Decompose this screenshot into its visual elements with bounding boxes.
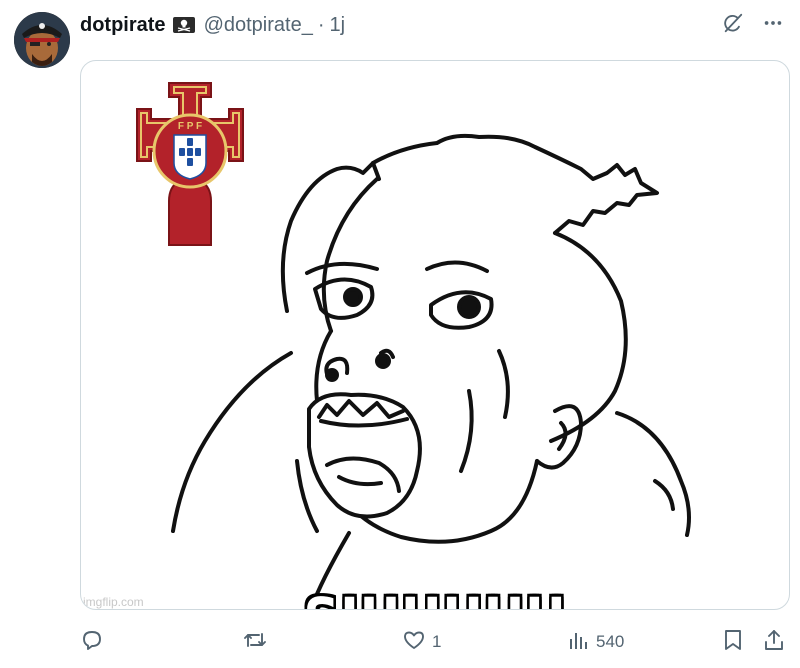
views-count: 540 (596, 632, 625, 651)
repost-button[interactable] (242, 624, 274, 660)
views-icon (566, 628, 590, 657)
top-actions (720, 10, 786, 36)
heart-icon (402, 628, 426, 657)
meme-caption: SIUUUUU (131, 585, 740, 609)
separator: · (317, 13, 325, 36)
repost-icon (242, 628, 268, 657)
crest-letters: F P F (178, 121, 202, 132)
fpf-crest: F P F (136, 82, 244, 246)
share-icon (762, 628, 786, 657)
reply-icon (80, 628, 104, 657)
bookmark-icon (722, 628, 744, 657)
bookmark-button[interactable] (722, 624, 744, 660)
watermark: imgflip.com (83, 595, 144, 609)
more-icon[interactable] (760, 10, 786, 36)
action-bar: 1 540 (80, 624, 788, 660)
author-name[interactable]: dotpirate (80, 14, 166, 37)
share-button[interactable] (762, 624, 786, 660)
post-header: dotpirate @dotpirate_ · 1j (80, 12, 345, 38)
avatar[interactable] (14, 12, 70, 68)
author-handle[interactable]: @dotpirate_ (204, 14, 313, 37)
like-button[interactable]: 1 (402, 624, 441, 660)
post-media[interactable]: F P F imgflip.com (80, 60, 790, 610)
meme-face (171, 133, 691, 609)
views-button[interactable]: 540 (566, 624, 624, 660)
pirate-flag-icon (172, 16, 196, 34)
meme-image: F P F (136, 82, 691, 609)
grok-icon[interactable] (720, 10, 746, 36)
post-time[interactable]: 1j (330, 14, 346, 37)
reply-button[interactable] (80, 624, 110, 660)
like-count: 1 (432, 632, 442, 651)
